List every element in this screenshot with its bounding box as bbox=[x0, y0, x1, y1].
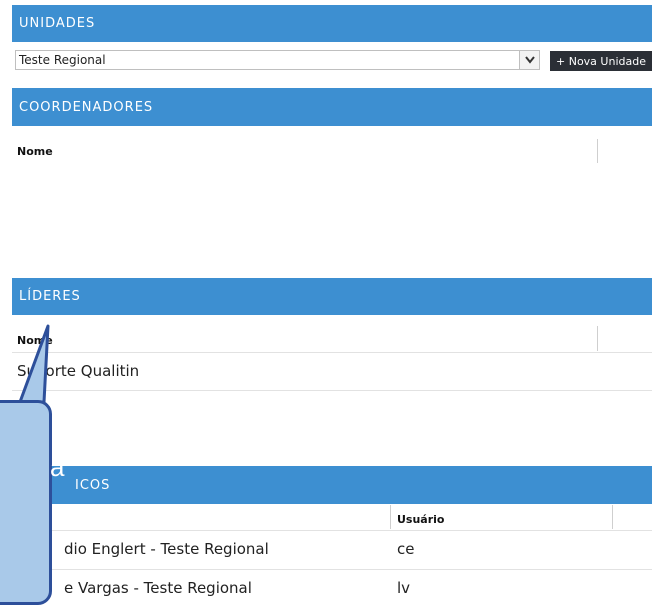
chevron-down-icon[interactable] bbox=[519, 51, 539, 69]
column-divider bbox=[597, 326, 598, 351]
unidade-select[interactable]: Teste Regional bbox=[15, 50, 540, 70]
unidade-select-value: Teste Regional bbox=[19, 53, 106, 67]
callout-pointer bbox=[18, 324, 50, 404]
column-divider bbox=[597, 139, 598, 163]
row-divider bbox=[12, 569, 652, 570]
callout-bubble bbox=[0, 400, 52, 605]
tecnicos-header: ICOS bbox=[12, 466, 652, 504]
tecnico-row-usuario[interactable]: lv bbox=[397, 579, 410, 597]
coordenadores-col-nome[interactable]: Nome bbox=[17, 145, 53, 158]
column-divider bbox=[390, 505, 391, 529]
unidades-title: UNIDADES bbox=[19, 16, 96, 31]
coordenadores-header: COORDENADORES bbox=[12, 88, 652, 126]
unidades-header: UNIDADES bbox=[12, 5, 652, 42]
row-divider bbox=[12, 530, 652, 531]
tecnico-row-nome[interactable]: dio Englert - Teste Regional bbox=[64, 540, 269, 558]
lideres-header: LÍDERES bbox=[12, 278, 652, 315]
tecnico-row-nome[interactable]: e Vargas - Teste Regional bbox=[64, 579, 252, 597]
tecnicos-title: ICOS bbox=[75, 477, 111, 493]
nova-unidade-button[interactable]: + Nova Unidade bbox=[550, 51, 652, 71]
column-divider bbox=[612, 505, 613, 529]
tecnico-row-usuario[interactable]: ce bbox=[397, 540, 414, 558]
callout-text: a bbox=[50, 452, 65, 482]
row-divider bbox=[12, 352, 652, 353]
coordenadores-title: COORDENADORES bbox=[19, 99, 154, 115]
row-divider bbox=[12, 390, 652, 391]
tecnicos-col-usuario[interactable]: Usuário bbox=[397, 513, 445, 526]
